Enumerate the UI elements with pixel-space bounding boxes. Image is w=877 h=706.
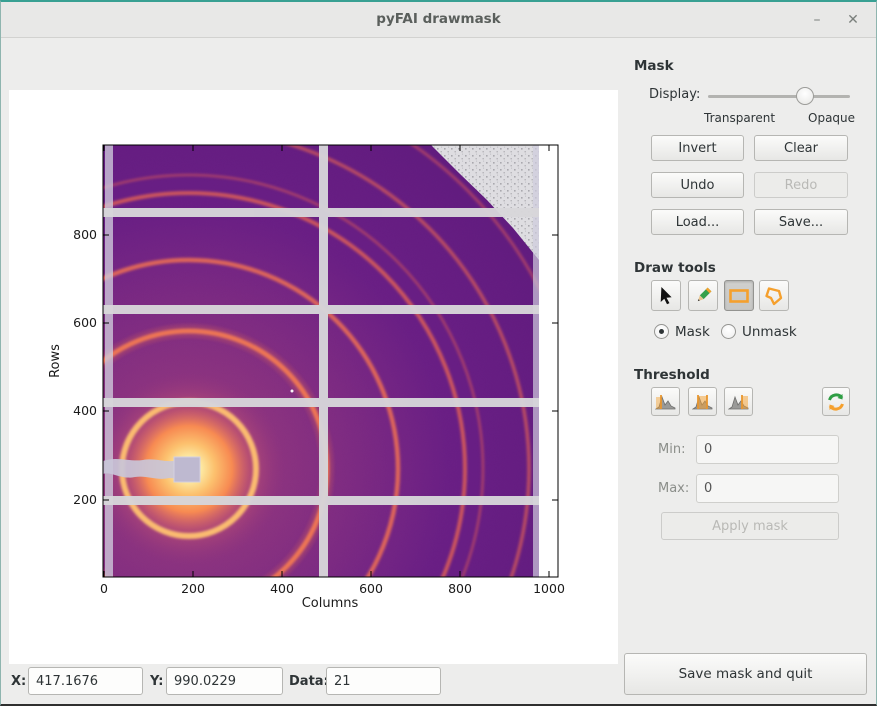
hot-pixel: [291, 390, 294, 393]
histogram-below-min-icon: [655, 393, 676, 410]
slider-track[interactable]: [708, 95, 850, 98]
threshold-below-button[interactable]: [651, 387, 680, 416]
data-value: [326, 667, 441, 695]
pencil-tool-button[interactable]: [688, 280, 718, 311]
mask-radio[interactable]: [654, 324, 669, 339]
max-input[interactable]: [696, 474, 839, 503]
histogram-between-icon: [692, 393, 713, 410]
y-tick-label: 200: [73, 492, 97, 507]
toolbar: 0 Y: [1, 39, 618, 89]
status-bar: X: Y: Data:: [1, 664, 623, 706]
apply-mask-button[interactable]: Apply mask: [661, 512, 839, 540]
y-coordinate-label: Y:: [150, 674, 163, 689]
histogram-above-max-icon: [728, 393, 749, 410]
polygon-tool-button[interactable]: [759, 280, 789, 311]
threshold-above-button[interactable]: [724, 387, 753, 416]
max-label: Max:: [658, 481, 689, 496]
x-tick-label: 800: [448, 581, 472, 596]
refresh-icon: [826, 392, 846, 412]
opaque-label: Opaque: [808, 111, 855, 125]
redo-button[interactable]: Redo: [754, 172, 848, 198]
invert-button[interactable]: Invert: [651, 135, 744, 161]
rectangle-icon: [729, 289, 749, 303]
data-value-label: Data:: [289, 674, 329, 689]
transparent-label: Transparent: [704, 111, 775, 125]
y-coordinate-value: [166, 667, 283, 695]
unmask-radio-label: Unmask: [742, 324, 797, 340]
min-input[interactable]: [696, 435, 839, 464]
plot-canvas[interactable]: 0 200 400 600 800 1000 200 400 600 800 C…: [9, 90, 618, 664]
load-mask-button[interactable]: Load...: [651, 209, 744, 235]
save-mask-and-quit-button[interactable]: Save mask and quit: [624, 653, 867, 695]
y-tick-label: 800: [73, 227, 97, 242]
side-panel: Mask Display: Transparent Opaque Invert …: [623, 38, 877, 658]
threshold-heading: Threshold: [634, 367, 710, 383]
undo-button[interactable]: Undo: [651, 172, 744, 198]
draw-tools-heading: Draw tools: [634, 260, 716, 276]
window-title: pyFAI drawmask: [1, 11, 876, 27]
app-window: pyFAI drawmask – ✕: [0, 0, 877, 706]
clear-button[interactable]: Clear: [754, 135, 848, 161]
x-tick-label: 200: [181, 581, 205, 596]
pencil-icon: [694, 286, 713, 305]
y-tick-label: 600: [73, 315, 97, 330]
x-tick-label: 600: [359, 581, 383, 596]
min-label: Min:: [658, 442, 685, 457]
unmask-radio[interactable]: [721, 324, 736, 339]
title-bar: pyFAI drawmask – ✕: [1, 2, 876, 38]
threshold-between-button[interactable]: [688, 387, 717, 416]
save-mask-button[interactable]: Save...: [754, 209, 848, 235]
x-coordinate-value: [28, 667, 143, 695]
pointer-arrow-icon: [658, 286, 675, 305]
x-coordinate-label: X:: [11, 674, 26, 689]
polygon-icon: [764, 286, 784, 306]
slider-handle[interactable]: [796, 87, 814, 105]
mask-section-heading: Mask: [634, 58, 674, 74]
y-tick-label: 400: [73, 403, 97, 418]
x-tick-label: 0: [100, 581, 108, 596]
beamstop-square-mask: [174, 457, 200, 482]
x-axis-label: Columns: [302, 596, 359, 611]
x-tick-label: 1000: [533, 581, 565, 596]
close-button[interactable]: ✕: [842, 9, 864, 31]
x-tick-label: 400: [270, 581, 294, 596]
diffraction-plot[interactable]: 0 200 400 600 800 1000 200 400 600 800 C…: [9, 90, 618, 664]
mask-radio-label: Mask: [675, 324, 710, 340]
display-label: Display:: [649, 87, 700, 102]
diffraction-image: [9, 90, 618, 664]
rectangle-tool-button[interactable]: [724, 280, 754, 311]
y-axis-label: Rows: [48, 344, 63, 378]
mask-transparency-slider[interactable]: [708, 87, 850, 105]
minimize-button[interactable]: –: [806, 9, 828, 31]
threshold-refresh-button[interactable]: [822, 387, 850, 416]
pan-select-tool-button[interactable]: [651, 280, 681, 311]
